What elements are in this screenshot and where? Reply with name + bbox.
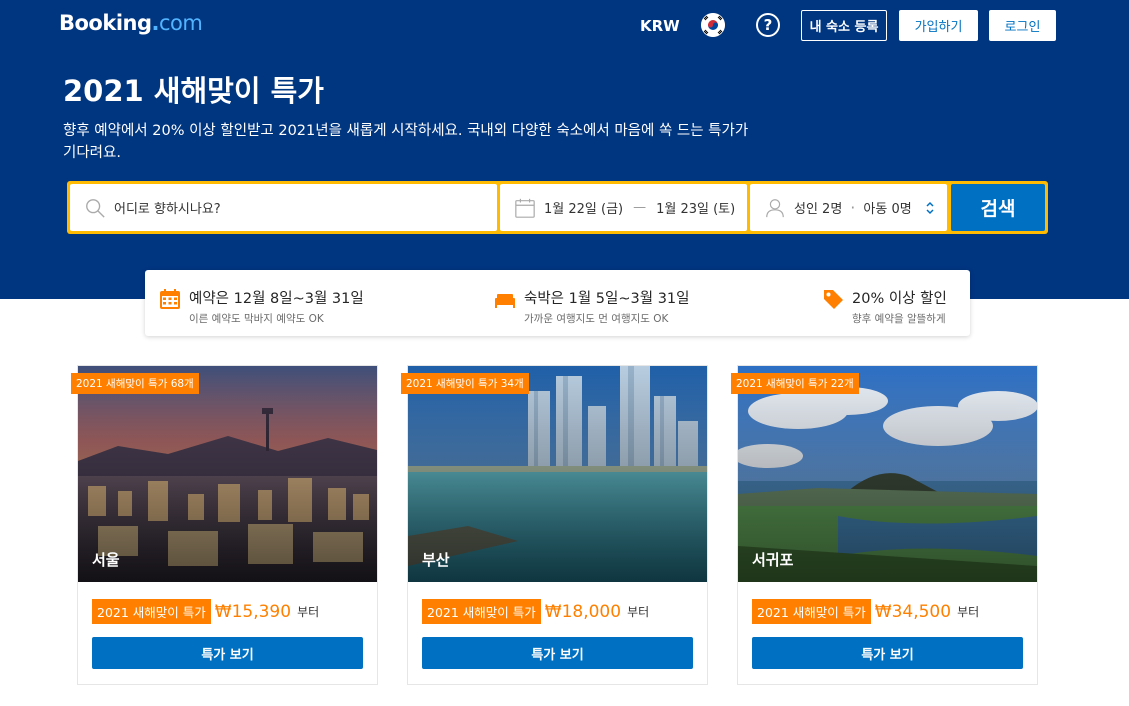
date-separator: — <box>633 200 647 215</box>
destination-placeholder: 어디로 향하시나요? <box>114 202 221 217</box>
sign-in-button[interactable]: 로그인 <box>989 10 1056 41</box>
city-name: 서울 <box>92 551 120 569</box>
info-title: 숙박은 1월 5일~3월 31일 <box>524 291 690 307</box>
deal-tag: 2021 새해맞이 특가 <box>752 599 871 624</box>
seoul-photo[interactable] <box>78 366 377 582</box>
info-discount: 20% 이상 할인 향후 예약을 알뜰하게 <box>822 287 947 326</box>
search-bar: 어디로 향하시나요? 1월 22일 (금) — 1월 23일 (토) 성인 2명… <box>67 181 1048 234</box>
search-button[interactable]: 검색 <box>951 184 1045 231</box>
page-subtitle: 향후 예약에서 20% 이상 할인받고 2021년을 새롭게 시작하세요. 국내… <box>63 123 749 161</box>
person-icon <box>766 198 784 217</box>
price-row: 2021 새해맞이 특가 ₩34,500 부터 <box>752 599 979 624</box>
view-deals-button[interactable]: 특가 보기 <box>752 637 1023 669</box>
calendar-icon <box>160 289 180 309</box>
price: ₩18,000 <box>544 601 622 622</box>
info-booking-window: 예약은 12월 8일~3월 31일 이른 예약도 막바지 예약도 OK <box>159 287 364 326</box>
guests-field[interactable]: 성인 2명 · 아동 0명 <box>750 184 947 231</box>
checkout-date: 1월 23일 (토) <box>656 202 736 217</box>
calendar-icon <box>515 198 535 218</box>
deal-card-seoul[interactable]: 2021 새해맞이 특가 68개 서울 2021 새해맞이 특가 ₩15,390… <box>71 365 378 685</box>
deal-count-badge: 2021 새해맞이 특가 68개 <box>71 373 199 394</box>
price-row: 2021 새해맞이 특가 ₩15,390 부터 <box>92 599 319 624</box>
city-name: 부산 <box>422 551 450 569</box>
adults-count: 성인 2명 <box>794 202 843 217</box>
booking-logo[interactable]: Booking.com <box>59 11 203 35</box>
info-desc: 이른 예약도 막바지 예약도 OK <box>189 313 324 325</box>
info-title: 20% 이상 할인 <box>852 291 947 307</box>
deal-info-panel: 예약은 12월 8일~3월 31일 이른 예약도 막바지 예약도 OK 숙박은 … <box>145 270 970 336</box>
price-suffix: 부터 <box>627 605 650 619</box>
deal-tag: 2021 새해맞이 특가 <box>422 599 541 624</box>
info-desc: 향후 예약을 알뜰하게 <box>852 313 946 325</box>
price-suffix: 부터 <box>297 605 320 619</box>
guest-separator: · <box>850 198 856 217</box>
price: ₩34,500 <box>874 601 952 622</box>
info-desc: 가까운 여행지도 먼 여행지도 OK <box>524 313 669 325</box>
search-icon <box>86 198 105 218</box>
help-icon[interactable]: ? <box>756 13 780 37</box>
view-deals-button[interactable]: 특가 보기 <box>422 637 693 669</box>
bed-icon <box>495 294 515 308</box>
view-deals-button[interactable]: 특가 보기 <box>92 637 363 669</box>
busan-photo[interactable] <box>408 366 707 582</box>
date-field[interactable]: 1월 22일 (금) — 1월 23일 (토) <box>500 184 747 231</box>
deal-card-busan[interactable]: 2021 새해맞이 특가 34개 부산 2021 새해맞이 특가 ₩18,000… <box>401 365 708 685</box>
info-title: 예약은 12월 8일~3월 31일 <box>189 291 364 307</box>
chevron-updown-icon <box>926 201 934 215</box>
page-title: 2021 새해맞이 특가 <box>63 74 324 108</box>
city-name: 서귀포 <box>752 551 794 569</box>
register-button[interactable]: 가입하기 <box>899 10 978 41</box>
price: ₩15,390 <box>214 601 292 622</box>
checkin-date: 1월 22일 (금) <box>544 202 624 217</box>
price-suffix: 부터 <box>957 605 980 619</box>
korea-flag-icon[interactable] <box>701 13 725 37</box>
deal-count-badge: 2021 새해맞이 특가 22개 <box>731 373 859 394</box>
deal-tag: 2021 새해맞이 특가 <box>92 599 211 624</box>
price-row: 2021 새해맞이 특가 ₩18,000 부터 <box>422 599 649 624</box>
tag-icon <box>824 290 843 309</box>
children-count: 아동 0명 <box>863 202 912 217</box>
currency-selector[interactable]: KRW <box>637 15 683 37</box>
deal-card-seogwipo[interactable]: 2021 새해맞이 특가 22개 서귀포 2021 새해맞이 특가 ₩34,50… <box>731 365 1038 685</box>
deal-count-badge: 2021 새해맞이 특가 34개 <box>401 373 529 394</box>
destination-field[interactable]: 어디로 향하시나요? <box>70 184 497 231</box>
info-stay-window: 숙박은 1월 5일~3월 31일 가까운 여행지도 먼 여행지도 OK <box>494 287 689 326</box>
list-property-button[interactable]: 내 숙소 등록 <box>801 10 887 41</box>
